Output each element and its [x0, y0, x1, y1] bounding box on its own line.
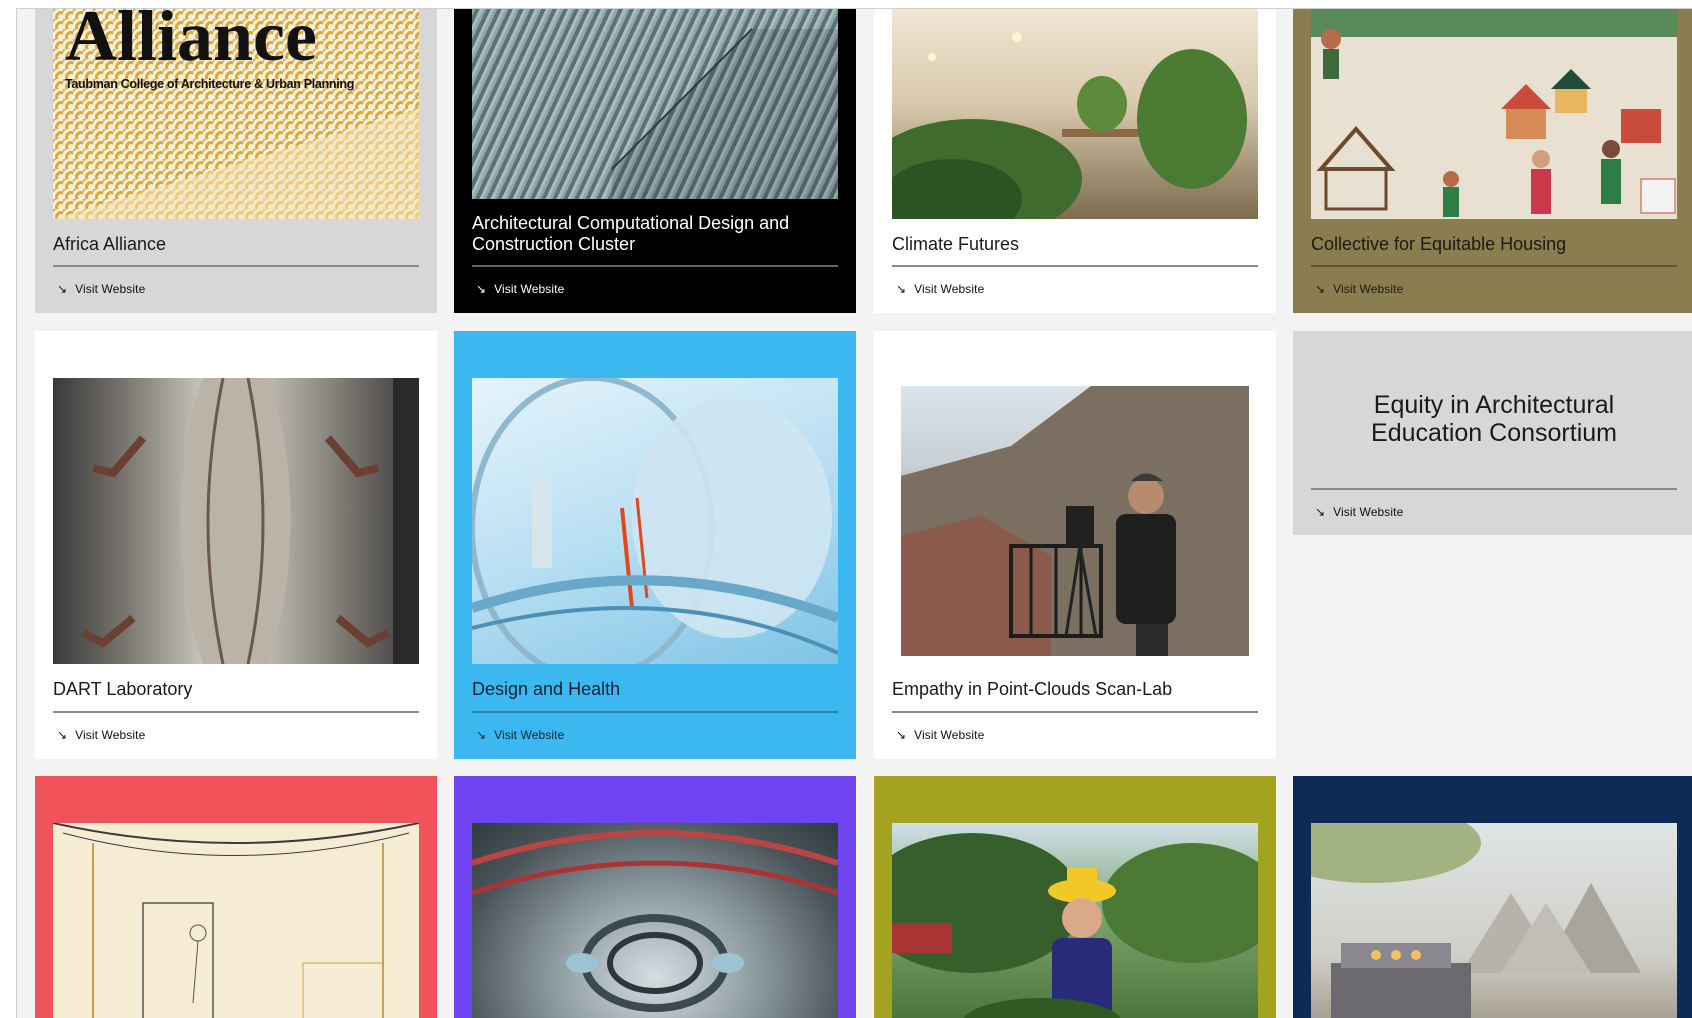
card-title: Collective for Equitable Housing: [1311, 234, 1567, 254]
south-east-arrow-icon: ↘: [896, 282, 907, 296]
card-title: Empathy in Point-Clouds Scan-Lab: [892, 679, 1173, 699]
visit-website-link[interactable]: ↘ Visit Website: [1315, 505, 1403, 519]
hero-text: Alliance: [65, 9, 317, 76]
card-image: [1311, 823, 1677, 1018]
visit-website-link[interactable]: ↘ Visit Website: [896, 728, 984, 742]
visit-label: Visit Website: [914, 282, 985, 296]
card-image: [1311, 9, 1677, 219]
labs-grid: Alliance Taubman College of Architecture…: [16, 8, 1692, 1018]
card-title: Design and Health: [472, 679, 621, 699]
card-dart-laboratory[interactable]: DART Laboratory ↘ Visit Website: [35, 331, 437, 759]
card-image: [472, 823, 838, 1018]
card-equity-architectural-education[interactable]: Equity in Architectural Education Consor…: [1293, 331, 1692, 535]
card-title: DART Laboratory: [53, 679, 193, 699]
visit-label: Visit Website: [75, 282, 146, 296]
card-image: [472, 9, 838, 199]
card-title: Equity in Architectural Education Consor…: [1371, 391, 1617, 447]
tunnel-illustration: [472, 378, 838, 664]
divider: [892, 265, 1258, 267]
divider: [472, 711, 838, 713]
visit-label: Visit Website: [1333, 505, 1404, 519]
sculpture-illustration: [81, 378, 419, 664]
garden-illustration: [892, 833, 1258, 1018]
divider: [53, 265, 419, 267]
card-row3-red[interactable]: [35, 776, 437, 1018]
visit-website-link[interactable]: ↘ Visit Website: [57, 728, 145, 742]
card-image: [53, 378, 419, 664]
visit-label: Visit Website: [494, 282, 565, 296]
visit-label: Visit Website: [494, 728, 565, 742]
card-empathy-point-clouds[interactable]: Empathy in Point-Clouds Scan-Lab ↘ Visit…: [874, 331, 1276, 759]
card-africa-alliance[interactable]: Alliance Taubman College of Architecture…: [35, 9, 437, 313]
panel-fold: [611, 28, 838, 199]
south-east-arrow-icon: ↘: [1315, 505, 1326, 519]
card-image: [53, 823, 419, 1018]
south-east-arrow-icon: ↘: [57, 282, 68, 296]
visit-label: Visit Website: [914, 728, 985, 742]
divider: [892, 711, 1258, 713]
sketch-illustration: [53, 823, 419, 1018]
visit-website-link[interactable]: ↘ Visit Website: [896, 282, 984, 296]
south-east-arrow-icon: ↘: [896, 728, 907, 742]
divider: [1311, 488, 1677, 490]
card-row3-navy[interactable]: [1293, 776, 1692, 1018]
card-title: Architectural Computational Design and C…: [472, 213, 790, 254]
card-row3-purple[interactable]: [454, 776, 856, 1018]
visit-website-link[interactable]: ↘ Visit Website: [476, 282, 564, 296]
card-climate-futures[interactable]: Climate Futures ↘ Visit Website: [874, 9, 1276, 313]
card-row3-lime[interactable]: [874, 776, 1276, 1018]
south-east-arrow-icon: ↘: [476, 728, 487, 742]
halftone-pattern: [53, 109, 419, 219]
visit-label: Visit Website: [1333, 282, 1404, 296]
divider: [472, 265, 838, 267]
card-image: [892, 823, 1258, 1018]
visit-website-link[interactable]: ↘ Visit Website: [57, 282, 145, 296]
card-image: [472, 378, 838, 664]
housing-illustration: [1311, 9, 1677, 217]
card-collective-equitable-housing[interactable]: Collective for Equitable Housing ↘ Visit…: [1293, 9, 1692, 313]
south-east-arrow-icon: ↘: [1315, 282, 1326, 296]
pavilion-illustration: [472, 830, 838, 1012]
card-design-and-health[interactable]: Design and Health ↘ Visit Website: [454, 331, 856, 759]
card-title: Climate Futures: [892, 234, 1020, 254]
visit-label: Visit Website: [75, 728, 146, 742]
south-east-arrow-icon: ↘: [57, 728, 68, 742]
divider: [53, 711, 419, 713]
card-title: Africa Alliance: [53, 234, 167, 254]
south-east-arrow-icon: ↘: [476, 282, 487, 296]
card-image: [892, 9, 1258, 219]
card-image: [901, 386, 1249, 656]
card-image: Alliance Taubman College of Architecture…: [53, 9, 419, 219]
plants-illustration: [892, 32, 1247, 219]
divider: [1311, 265, 1677, 267]
building-rendering: [1311, 823, 1641, 1018]
card-acdc[interactable]: Architectural Computational Design and C…: [454, 9, 856, 313]
visit-website-link[interactable]: ↘ Visit Website: [476, 728, 564, 742]
visit-website-link[interactable]: ↘ Visit Website: [1315, 282, 1403, 296]
ruins-scan-illustration: [901, 386, 1249, 656]
